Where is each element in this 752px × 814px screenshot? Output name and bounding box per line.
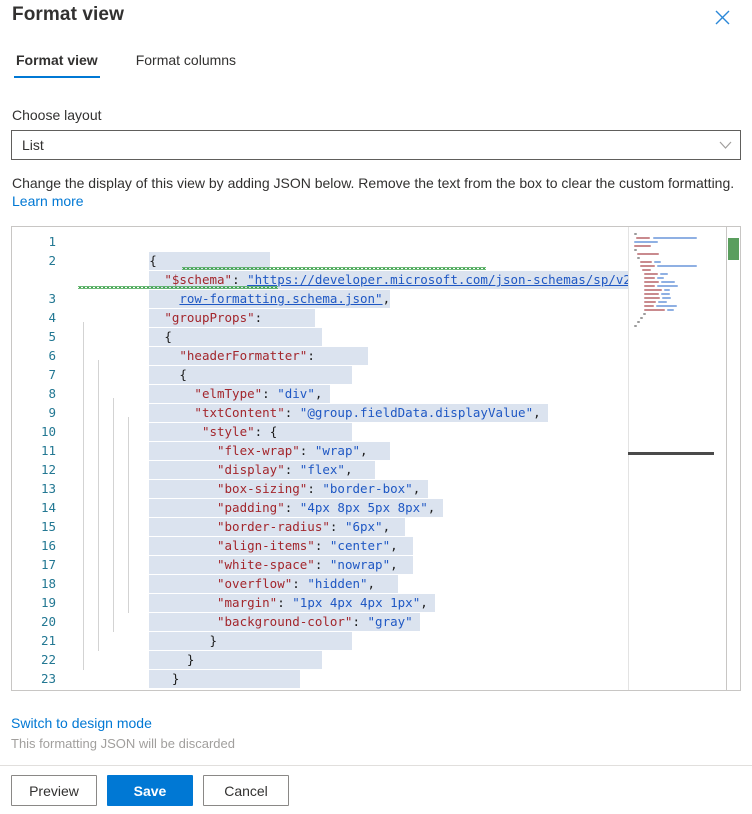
switch-to-design-mode-link[interactable]: Switch to design mode [11,715,152,731]
editor-scrollbar[interactable] [726,227,740,690]
discard-note: This formatting JSON will be discarded [11,736,235,751]
line-number: 13 [40,481,56,496]
code-line: "txtContent": "@group.fieldData.displayV… [74,384,549,422]
tab-format-view[interactable]: Format view [14,48,100,78]
line-number: 7 [48,367,56,382]
tab-format-columns[interactable]: Format columns [134,48,238,78]
code-line: "margin": "1px 4px 4px 1px", [74,574,436,612]
line-number: 16 [40,538,56,553]
code-line: "groupProps": [74,289,315,327]
line-number: 9 [48,405,56,420]
close-icon[interactable] [708,3,736,31]
line-number: 18 [40,576,56,591]
scrollbar-thumb[interactable] [728,238,739,260]
line-number: 14 [40,500,56,515]
minimap-slider[interactable] [628,452,714,455]
code-line: "overflow": "hidden", [74,555,398,593]
code-line: "display": "flex", [74,441,376,479]
line-number: 1 [48,234,56,249]
line-number: 11 [40,443,56,458]
line-number: 3 [48,291,56,306]
preview-button[interactable]: Preview [11,775,97,806]
code-line: "headerFormatter": [74,327,368,365]
line-number: 5 [48,329,56,344]
line-number: 17 [40,557,56,572]
description-text: Change the display of this view by addin… [12,175,735,191]
layout-dropdown[interactable]: List [11,130,741,160]
code-line: "border-radius": "6px", [74,498,406,536]
cancel-button[interactable]: Cancel [203,775,289,806]
line-number: 23 [40,671,56,686]
tab-list: Format view Format columns [14,48,272,82]
minimap-divider [628,227,629,690]
code-line: "background-color": "gray" [74,593,421,631]
panel-header: Format view [0,0,752,44]
line-number: 19 [40,595,56,610]
code-line: "box-sizing": "border-box", [74,460,428,498]
code-line: "padding": "4px 8px 5px 8px", [74,479,443,517]
line-number: 15 [40,519,56,534]
learn-more-link[interactable]: Learn more [12,193,84,209]
code-line: } [149,651,323,669]
line-number: 20 [40,614,56,629]
line-number: 8 [48,386,56,401]
layout-dropdown-value: List [22,137,44,153]
code-line: { [149,252,270,270]
chevron-down-icon [718,138,732,152]
editor-minimap[interactable] [628,227,714,690]
action-buttons: Preview Save Cancel [11,775,289,806]
code-line: { [149,328,323,346]
code-line: "white-space": "nowrap", [74,536,413,574]
code-line: "elmType": "div", [74,365,330,403]
spell-squiggle [182,267,486,270]
save-button[interactable]: Save [107,775,193,806]
json-code-editor[interactable]: 1 2 3 4 5 6 7 8 9 10 11 12 13 14 15 16 1… [11,226,741,691]
line-number: 4 [48,310,56,325]
footer-divider [0,765,752,766]
code-line: } [149,632,353,650]
line-number: 6 [48,348,56,363]
page-title: Format view [12,4,124,25]
line-number: 21 [40,633,56,648]
code-line: "align-items": "center", [74,517,413,555]
code-line: } [149,670,300,688]
line-number: 2 [48,253,56,268]
line-number: 12 [40,462,56,477]
line-number: 22 [40,652,56,667]
code-line: "flex-wrap": "wrap", [74,422,391,460]
code-line: } [74,669,157,688]
line-number: 10 [40,424,56,439]
code-line: { [149,366,353,384]
choose-layout-label: Choose layout [12,107,102,123]
format-view-panel: Format view Format view Format columns C… [0,0,752,814]
code-line: "style": { [74,403,353,441]
editor-gutter: 1 2 3 4 5 6 7 8 9 10 11 12 13 14 15 16 1… [12,227,64,690]
